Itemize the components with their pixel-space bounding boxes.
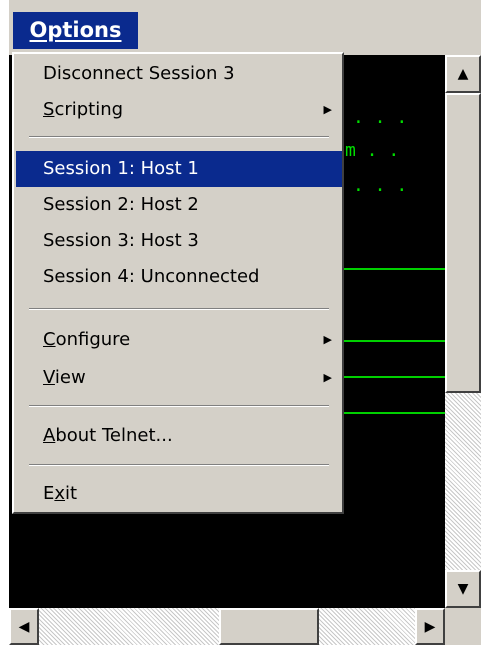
triangle-left-icon: ◀ — [18, 618, 30, 635]
scroll-left-button[interactable]: ◀ — [9, 608, 39, 645]
terminal-line — [344, 340, 445, 342]
scrollbar-corner — [445, 608, 481, 645]
submenu-arrow-icon: ▶ — [323, 371, 332, 384]
menu-separator — [29, 464, 329, 466]
scroll-right-button[interactable]: ▶ — [415, 608, 445, 645]
window-edge — [0, 0, 9, 55]
mnemonic: A — [43, 425, 56, 446]
vertical-scrollbar[interactable]: ▲ ▼ — [445, 55, 481, 608]
menu-bar: Options — [0, 0, 481, 55]
menu-item-view[interactable]: View ▶ — [16, 360, 342, 396]
options-dropdown-menu: Disconnect Session 3 Scripting ▶ Session… — [12, 52, 344, 514]
menu-item-session-2[interactable]: Session 2: Host 2 — [16, 187, 342, 223]
menu-item-label: View — [43, 367, 86, 388]
horizontal-scroll-track[interactable] — [39, 608, 219, 645]
options-menu[interactable]: Options — [13, 12, 138, 49]
horizontal-scrollbar[interactable]: ◀ ▶ — [9, 608, 445, 645]
menu-item-label: Disconnect Session 3 — [43, 63, 235, 84]
menu-item-label: Configure — [43, 329, 131, 350]
mnemonic: S — [43, 99, 55, 120]
menu-item-disconnect-session-3[interactable]: Disconnect Session 3 — [16, 56, 342, 92]
menu-separator — [29, 136, 329, 138]
menu-item-label: Scripting — [43, 99, 124, 120]
terminal-line — [344, 376, 445, 378]
menu-separator — [29, 405, 329, 407]
mnemonic: x — [54, 483, 66, 504]
menu-item-label: Session 1: Host 1 — [43, 158, 199, 179]
horizontal-scroll-thumb[interactable] — [219, 608, 319, 645]
menu-item-label: Session 3: Host 3 — [43, 230, 199, 251]
scroll-down-button[interactable]: ▼ — [445, 570, 481, 608]
menu-separator — [29, 308, 329, 310]
terminal-text-row-2: m . . — [345, 140, 400, 161]
terminal-text-row-1: . . . — [353, 107, 408, 128]
submenu-arrow-icon: ▶ — [323, 103, 332, 116]
menu-item-session-4[interactable]: Session 4: Unconnected — [16, 259, 342, 295]
menu-item-label: Session 2: Host 2 — [43, 194, 199, 215]
terminal-text-row-3: . . . — [353, 175, 408, 196]
mnemonic: C — [43, 329, 56, 350]
horizontal-scroll-track[interactable] — [319, 608, 415, 645]
options-menu-label: Options — [29, 18, 122, 42]
submenu-arrow-icon: ▶ — [323, 333, 332, 346]
menu-item-label: About Telnet... — [43, 425, 173, 446]
menu-item-scripting[interactable]: Scripting ▶ — [16, 92, 342, 128]
triangle-right-icon: ▶ — [424, 618, 436, 635]
menu-item-configure[interactable]: Configure ▶ — [16, 322, 342, 358]
menu-item-about-telnet[interactable]: About Telnet... — [16, 418, 342, 454]
vertical-scroll-track[interactable] — [445, 393, 481, 570]
triangle-up-icon: ▲ — [457, 66, 469, 82]
menu-item-session-3[interactable]: Session 3: Host 3 — [16, 223, 342, 259]
vertical-scroll-thumb[interactable] — [445, 93, 481, 393]
terminal-line — [344, 268, 445, 270]
scroll-up-button[interactable]: ▲ — [445, 55, 481, 93]
menu-item-label: Session 4: Unconnected — [43, 266, 260, 287]
menu-item-session-1[interactable]: Session 1: Host 1 — [16, 151, 342, 187]
terminal-line — [344, 412, 445, 414]
menu-item-label: Exit — [43, 483, 78, 504]
triangle-down-icon: ▼ — [457, 581, 469, 597]
menu-item-exit[interactable]: Exit — [16, 476, 342, 512]
mnemonic: V — [43, 367, 55, 388]
